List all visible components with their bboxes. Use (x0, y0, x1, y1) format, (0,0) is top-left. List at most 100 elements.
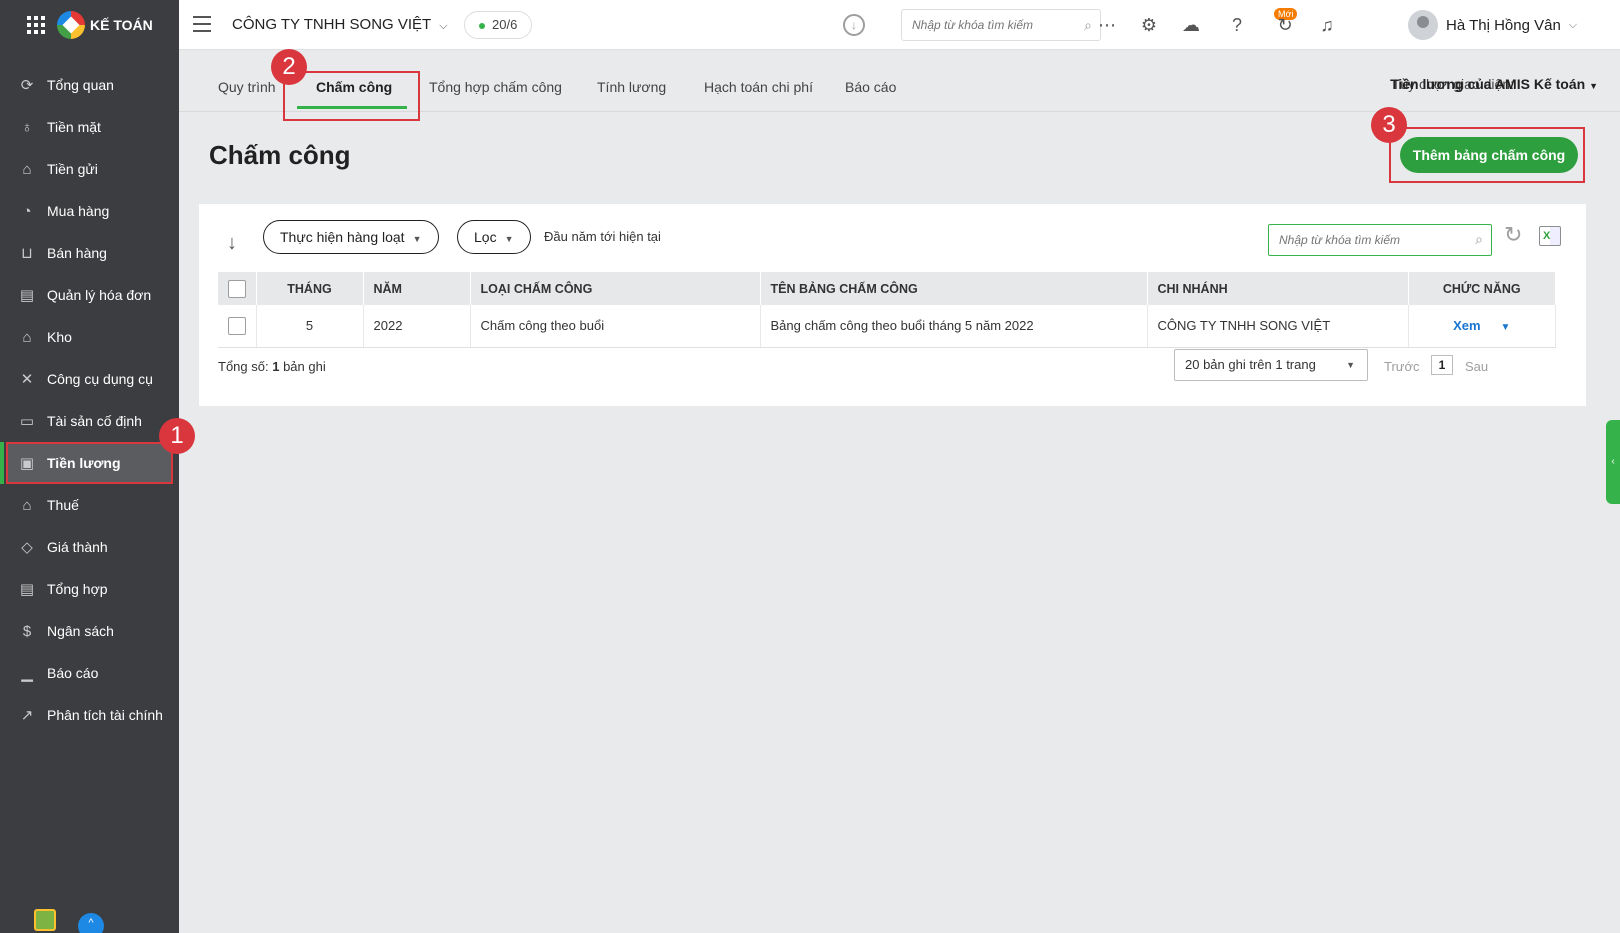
company-selector[interactable]: CÔNG TY TNHH SONG VIỆT ⌵ (232, 16, 448, 33)
prev-page-button[interactable]: Trước (1384, 359, 1420, 374)
refresh-icon[interactable]: ↻ (1504, 222, 1522, 248)
logo-mark-icon (57, 11, 85, 39)
more-icon[interactable]: ⋯ (1094, 12, 1120, 38)
app-grid-icon[interactable] (27, 16, 45, 34)
sidebar-item-label: Tài sản cố định (47, 413, 142, 429)
filter-button[interactable]: Lọc ▼ (457, 220, 531, 254)
sidebar-item-fixed-assets[interactable]: ▭ Tài sản cố định (0, 400, 179, 442)
select-all-checkbox[interactable] (227, 279, 246, 298)
col-type[interactable]: LOẠI CHẤM CÔNG (470, 272, 761, 305)
download-icon[interactable]: ↓ (843, 14, 865, 36)
sidebar-bottom: ^ (0, 903, 179, 933)
date-pill[interactable]: 20/6 (464, 11, 533, 39)
ui-option-select[interactable]: Tiền lương của AMIS Kế toán ▼ (1390, 76, 1598, 92)
global-search-input[interactable] (902, 10, 1100, 40)
overview-icon: ⟳ (20, 77, 34, 94)
sidebar-item-invoice[interactable]: ▤ Quản lý hóa đơn (0, 274, 179, 316)
page-size-select[interactable]: 20 bản ghi trên 1 trang ▼ (1174, 349, 1368, 381)
status-dot-icon (479, 22, 485, 29)
sidebar-item-general[interactable]: ▤ Tổng hợp (0, 568, 179, 610)
cell-type: Chấm công theo buổi (470, 305, 761, 348)
chat-icon[interactable]: ☁ (1178, 12, 1204, 38)
tab-quy-trinh[interactable]: Quy trình (218, 79, 276, 95)
timesheet-card: ↓ Thực hiện hàng loạt ▼ Lọc ▼ Đầu năm tới … (199, 204, 1586, 406)
total-label: Tổng số: (218, 359, 269, 374)
tab-bao-cao[interactable]: Báo cáo (845, 79, 896, 95)
view-link[interactable]: Xem (1453, 318, 1480, 333)
cell-actions: Xem ▼ (1408, 305, 1556, 348)
highlight-add-button (1389, 127, 1585, 183)
col-branch[interactable]: CHI NHÁNH (1147, 272, 1409, 305)
sidebar-item-cash[interactable]: ♁ Tiền mặt (0, 106, 179, 148)
action-caret-icon[interactable]: ▼ (1501, 322, 1511, 333)
col-name[interactable]: TÊN BẢNG CHẤM CÔNG (760, 272, 1148, 305)
table-header-row: THÁNG NĂM LOẠI CHẤM CÔNG TÊN BẢNG CHẤM C… (218, 272, 1556, 305)
current-page[interactable]: 1 (1431, 355, 1453, 375)
cell-branch: CÔNG TY TNHH SONG VIỆT (1147, 305, 1409, 348)
next-page-button[interactable]: Sau (1465, 359, 1488, 374)
table-row[interactable]: 5 2022 Chấm công theo buổi Bảng chấm côn… (218, 305, 1556, 348)
sidebar-item-tools[interactable]: ✕ Công cụ dụng cụ (0, 358, 179, 400)
col-month[interactable]: THÁNG (256, 272, 364, 305)
total-suffix: bản ghi (283, 359, 326, 374)
search-icon[interactable]: ⌕ (1084, 17, 1092, 34)
sidebar-item-sales[interactable]: ⊔ Bán hàng (0, 232, 179, 274)
app-brand-name: KẾ TOÁN (90, 17, 153, 33)
global-search: ⌕ (901, 9, 1101, 41)
bell-icon[interactable]: ♫ (1314, 12, 1340, 38)
caret-down-icon: ▼ (1346, 360, 1355, 370)
sidebar-item-label: Tiền gửi (47, 161, 98, 177)
table-search-input[interactable] (1269, 225, 1491, 255)
sidebar-item-tax[interactable]: ⌂ Thuế (0, 484, 179, 526)
sidebar-item-warehouse[interactable]: ⌂ Kho (0, 316, 179, 358)
sidebar-item-purchase[interactable]: ◔ Mua hàng (0, 190, 179, 232)
cash-icon: ♁ (21, 118, 33, 136)
avatar (1408, 10, 1438, 40)
gift-icon[interactable] (34, 909, 56, 931)
sidebar-item-budget[interactable]: $ Ngân sách (0, 610, 179, 652)
gear-icon[interactable]: ⚙ (1136, 12, 1162, 38)
period-label: Đầu năm tới hiện tại (544, 229, 661, 244)
search-icon[interactable]: ⌕ (1475, 231, 1483, 248)
sidebar-item-label: Ngân sách (47, 623, 114, 639)
side-panel-toggle[interactable]: ‹ (1606, 420, 1620, 504)
sidebar-item-label: Tổng hợp (47, 581, 108, 597)
highlight-tab-cham-cong (283, 71, 420, 121)
app-logo[interactable]: KẾ TOÁN (57, 11, 153, 39)
menu-icon[interactable] (193, 16, 211, 37)
chevron-down-icon: ⌵ (439, 20, 448, 32)
callout-3: 3 (1371, 107, 1407, 143)
help-icon[interactable]: ? (1224, 12, 1250, 38)
financial-analysis-icon: ↗ (20, 707, 34, 724)
caret-down-icon: ▼ (1589, 81, 1598, 91)
warehouse-icon: ⌂ (22, 328, 32, 346)
row-checkbox[interactable] (227, 316, 246, 335)
sidebar-item-overview[interactable]: ⟳ Tổng quan (0, 64, 179, 106)
sidebar-item-deposit[interactable]: ⌂ Tiền gửi (0, 148, 179, 190)
col-year[interactable]: NĂM (363, 272, 471, 305)
sidebar-item-payroll[interactable]: ▣ Tiền lương (0, 442, 173, 484)
date-value: 20/6 (492, 17, 518, 32)
tools-icon: ✕ (20, 371, 34, 388)
sales-icon: ⊔ (21, 245, 33, 262)
callout-2: 2 (271, 49, 307, 85)
sort-icon[interactable]: ↓ (227, 232, 237, 255)
company-name: CÔNG TY TNHH SONG VIỆT (232, 16, 432, 33)
page-size-value: 20 bản ghi trên 1 trang (1185, 357, 1316, 372)
deposit-icon: ⌂ (22, 160, 32, 178)
excel-export-icon[interactable]: X (1539, 226, 1561, 246)
sidebar-item-report[interactable]: ▁ Báo cáo (0, 652, 179, 694)
history-icon[interactable]: ↻ (1272, 12, 1298, 38)
chevron-up-icon[interactable]: ^ (78, 913, 104, 933)
user-menu[interactable]: Hà Thị Hồng Vân ⌵ (1408, 10, 1577, 40)
sidebar-item-label: Giá thành (47, 539, 108, 555)
sidebar-item-label: Thuế (47, 497, 79, 513)
brand-bar: KẾ TOÁN (0, 0, 179, 50)
tab-tinh-luong[interactable]: Tính lương (597, 79, 666, 95)
sidebar-item-cost[interactable]: ◇ Giá thành (0, 526, 179, 568)
sidebar-item-financial-analysis[interactable]: ↗ Phân tích tài chính (0, 694, 179, 736)
tab-hach-toan-chi-phi[interactable]: Hạch toán chi phí (704, 79, 813, 95)
tab-tong-hop-cham-cong[interactable]: Tổng hợp chấm công (429, 79, 562, 95)
select-all-cell (218, 272, 257, 305)
batch-action-button[interactable]: Thực hiện hàng loạt ▼ (263, 220, 439, 254)
